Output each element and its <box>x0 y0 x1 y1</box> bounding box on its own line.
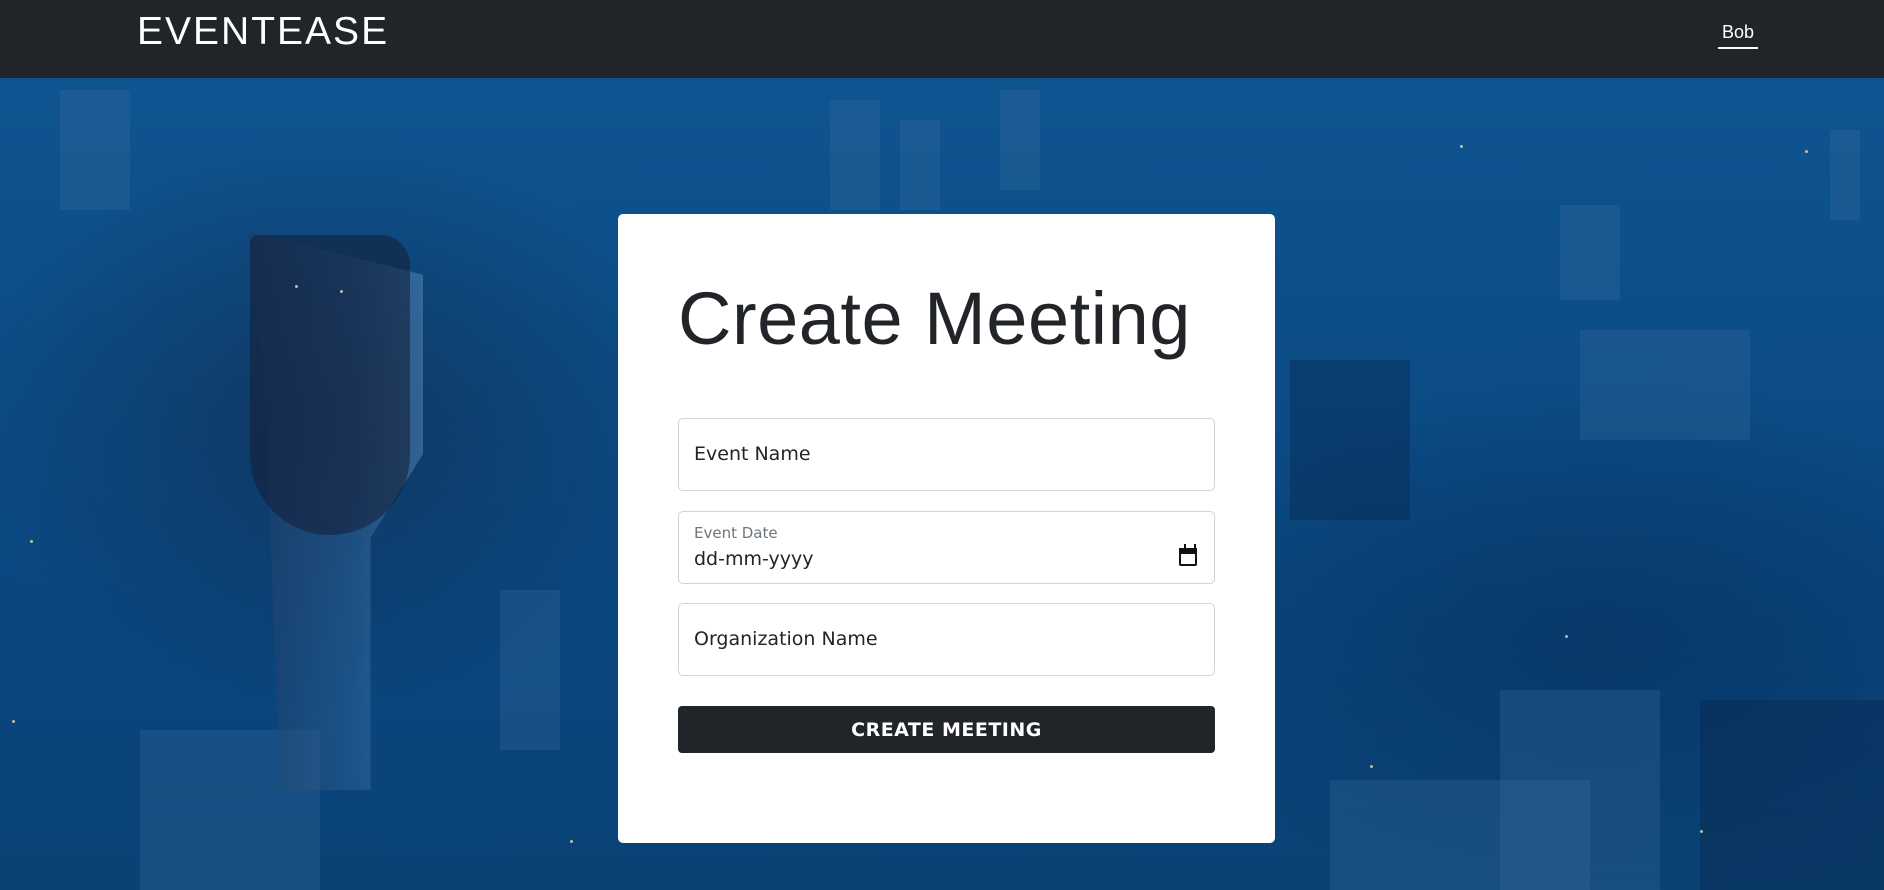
calendar-icon[interactable] <box>1179 544 1197 566</box>
event-name-placeholder: Event Name <box>694 443 811 465</box>
event-name-input[interactable]: Event Name <box>678 418 1215 491</box>
brand-logo[interactable]: EVENTEASE <box>137 10 389 54</box>
organization-name-input[interactable]: Organization Name <box>678 603 1215 676</box>
event-date-input[interactable]: Event Date dd-mm-yyyy <box>678 511 1215 584</box>
event-date-label: Event Date <box>694 524 778 542</box>
event-date-value: dd-mm-yyyy <box>694 548 814 570</box>
user-menu-link[interactable]: Bob <box>1718 22 1758 49</box>
organization-name-placeholder: Organization Name <box>694 628 878 650</box>
create-meeting-card: Create Meeting Event Name Event Date dd-… <box>618 214 1275 843</box>
top-navbar: EVENTEASE Bob <box>0 0 1884 78</box>
create-meeting-button[interactable]: CREATE MEETING <box>678 706 1215 753</box>
page-title: Create Meeting <box>678 277 1191 360</box>
